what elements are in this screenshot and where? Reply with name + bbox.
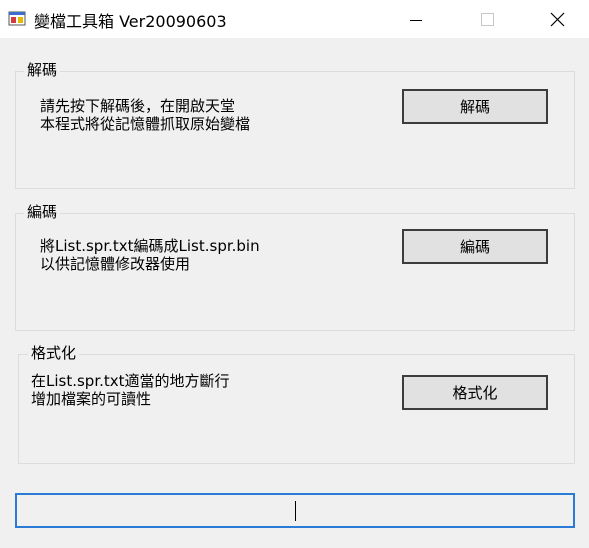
decode-description-line-1: 請先按下解碼後，在開啟天堂	[40, 97, 236, 115]
client-area: 解碼 請先按下解碼後，在開啟天堂 本程式將從記憶體抓取原始變檔 解碼 編碼 將L…	[0, 38, 589, 548]
format-group-label: 格式化	[28, 344, 80, 362]
maximize-button[interactable]	[464, 0, 510, 38]
minimize-button[interactable]	[393, 0, 439, 38]
encode-button[interactable]: 編碼	[402, 229, 548, 264]
encode-group-label: 編碼	[24, 203, 61, 221]
encode-description-line-1: 將List.spr.txt編碼成List.spr.bin	[40, 237, 260, 255]
app-icon	[8, 11, 26, 26]
text-caret	[295, 501, 296, 521]
window-title: 變檔工具箱 Ver20090603	[34, 12, 227, 31]
close-button[interactable]	[535, 0, 581, 38]
format-button[interactable]: 格式化	[402, 375, 548, 410]
status-text-field[interactable]	[15, 493, 575, 528]
close-icon	[550, 12, 565, 27]
decode-button[interactable]: 解碼	[402, 89, 548, 124]
minimize-icon	[410, 20, 422, 21]
encode-description-line-2: 以供記憶體修改器使用	[40, 255, 191, 273]
format-description-line-1: 在List.spr.txt適當的地方斷行	[31, 372, 230, 390]
decode-description-line-2: 本程式將從記憶體抓取原始變檔	[40, 115, 251, 133]
maximize-icon	[481, 13, 494, 26]
decode-group-label: 解碼	[24, 61, 61, 79]
title-bar[interactable]: 變檔工具箱 Ver20090603	[0, 0, 589, 38]
format-description-line-2: 增加檔案的可讀性	[31, 390, 152, 408]
